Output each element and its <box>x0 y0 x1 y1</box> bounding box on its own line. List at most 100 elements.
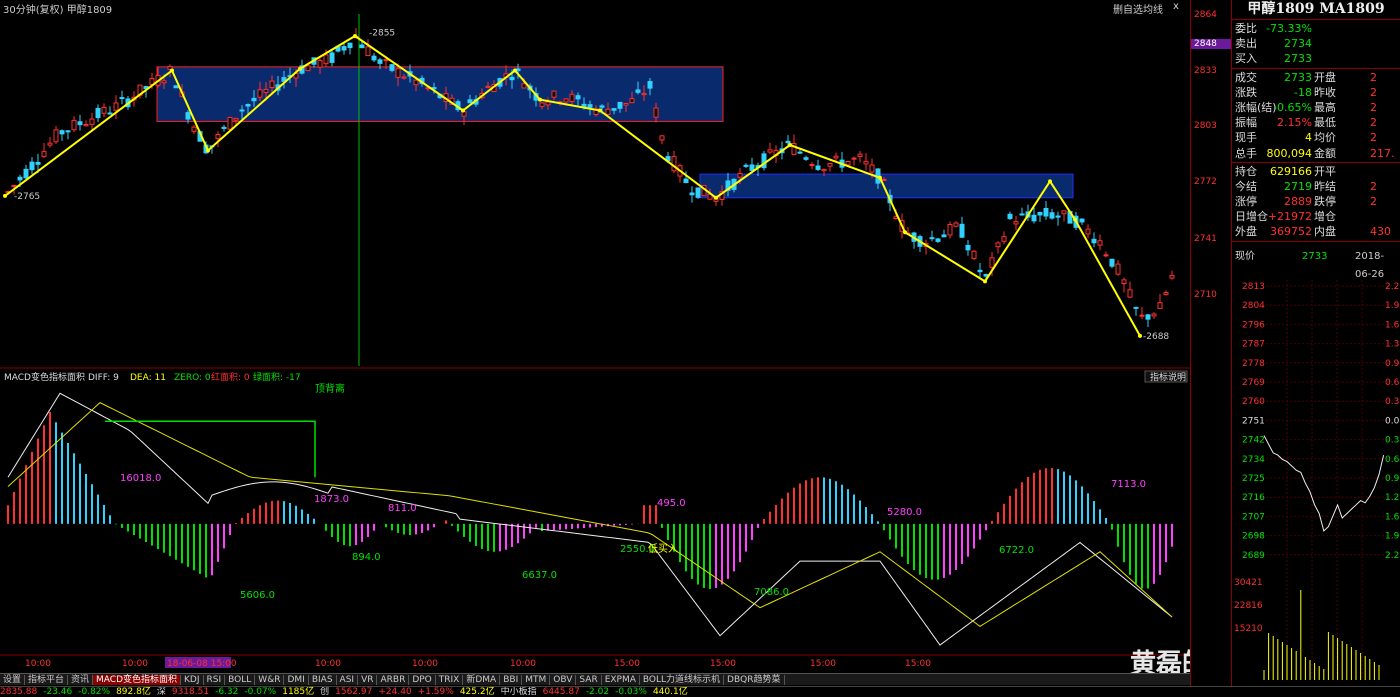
mini-price-label: 2787 <box>1242 340 1265 350</box>
time-tick-label: 15:00 <box>614 659 640 669</box>
quote-value: -73.33% <box>1266 22 1312 35</box>
macd-area-label: 5280.0 <box>887 507 922 518</box>
mini-price-label: 2778 <box>1242 359 1265 369</box>
candle-body <box>365 46 371 57</box>
tab-5[interactable]: RSI <box>204 675 226 685</box>
close-icon[interactable]: x <box>1173 1 1179 12</box>
low-annotation: -2688 <box>1143 332 1169 342</box>
candle-body <box>635 89 641 93</box>
quote-value: 629166 <box>1270 164 1312 178</box>
zigzag-pivot <box>298 66 302 71</box>
candle-body <box>17 176 23 181</box>
candle-body <box>821 168 827 172</box>
candle-body <box>845 160 851 166</box>
quote-rows: 委比 -73.33% 卖出 2734 买入 2733 成交 2733 开盘 2 涨跌 -18 昨收 2 涨幅… <box>1232 21 1400 240</box>
tab-1[interactable]: 指标平台 <box>25 675 69 685</box>
status-value: -23.46 <box>43 687 73 697</box>
candle-body <box>1103 254 1109 257</box>
price-tick-label: 2772 <box>1194 177 1217 188</box>
tab-8[interactable]: DMI <box>284 675 309 685</box>
candle-body <box>233 117 239 121</box>
quote-row: 振幅 2.15% 最低 2 <box>1232 115 1400 130</box>
candle-body <box>653 107 659 118</box>
macd-red-area: 红面积: 0 <box>211 371 250 383</box>
tab-6[interactable]: BOLL <box>225 675 256 685</box>
candle-body <box>119 97 125 100</box>
tab-7[interactable]: W&R <box>255 675 285 685</box>
tab-22[interactable]: DBQR趋势菜 <box>724 675 785 685</box>
candle-body <box>797 151 803 154</box>
mini-price-label: 2751 <box>1242 416 1265 426</box>
tab-21[interactable]: BOLL力道线标示机 <box>640 675 725 685</box>
candle-body <box>359 44 365 49</box>
tab-13[interactable]: DPO <box>409 675 436 685</box>
mini-volume-label: 30421 <box>1234 578 1263 588</box>
mini-price-label: 2698 <box>1242 532 1265 542</box>
tab-15[interactable]: 新DMA <box>463 675 501 685</box>
zigzag-pivot <box>170 68 174 73</box>
tab-0[interactable]: 设置 <box>0 675 26 685</box>
quote-row: 涨停 2889 跌停 2 <box>1232 194 1400 209</box>
quote-row: 委比 -73.33% <box>1232 21 1400 36</box>
candle-body <box>971 250 977 259</box>
status-value: 创 <box>320 687 330 697</box>
time-tick-label: 15:00 <box>810 659 836 669</box>
quote-label: 委比 <box>1235 22 1257 35</box>
candle-body <box>629 98 635 104</box>
price-scale: 2864 2833 2803 2772 2741 2710 2848 <box>1190 0 1231 686</box>
candle-body <box>1001 236 1007 242</box>
current-date: 2018-06-26 <box>1355 250 1385 280</box>
quote-label-2: 开平 <box>1314 164 1336 178</box>
candle-body <box>1043 207 1049 217</box>
quote-label: 今结 <box>1235 179 1257 193</box>
candle-body <box>29 161 35 171</box>
macd-area-label: 1873.0 <box>314 494 349 505</box>
candle-body <box>647 81 653 89</box>
tab-17[interactable]: MTM <box>522 675 551 685</box>
tab-10[interactable]: ASI <box>337 675 359 685</box>
candle-body <box>689 192 695 196</box>
candle-body <box>23 168 29 179</box>
candle-body <box>401 76 407 79</box>
tab-11[interactable]: VR <box>358 675 378 685</box>
macd-area-label: 7113.0 <box>1111 479 1146 490</box>
macd-name: MACD变色指标面积 <box>4 371 85 383</box>
tab-2[interactable]: 资讯 <box>68 675 94 685</box>
candle-body <box>413 79 419 86</box>
mini-price-label: 2742 <box>1242 436 1265 446</box>
tab-12[interactable]: ARBR <box>377 675 410 685</box>
candle-body <box>305 65 311 72</box>
quote-row: 涨幅(结) -0.65% 最高 2 <box>1232 100 1400 115</box>
candle-body <box>53 129 59 143</box>
tab-19[interactable]: SAR <box>576 675 602 685</box>
quote-row: 今结 2719 昨结 2 <box>1232 179 1400 194</box>
tab-9[interactable]: BIAS <box>309 675 337 685</box>
candle-body <box>617 101 623 109</box>
macd-area-label: 低买入 <box>648 542 678 555</box>
tab-16[interactable]: BBI <box>500 675 523 685</box>
tab-18[interactable]: OBV <box>550 675 577 685</box>
status-value: +24.40 <box>378 687 412 697</box>
quote-row: 卖出 2734 <box>1232 36 1400 51</box>
candle-body <box>257 89 263 98</box>
candle-body <box>1079 218 1085 223</box>
tab-20[interactable]: EXPMA <box>602 675 640 685</box>
delete-watchlist-button[interactable]: 删自选 <box>1113 1 1143 16</box>
quote-label-2: 最低 <box>1314 116 1336 130</box>
candle-body <box>1085 228 1091 235</box>
candle-body <box>227 116 233 130</box>
main-chart: -2855-2688-2765MACD变色指标面积 DIFF: 9 DEA: 11 Z… <box>0 0 1190 686</box>
tab-3[interactable]: MACD变色指标面积 <box>93 675 182 685</box>
quote-label: 现手 <box>1235 131 1257 145</box>
time-tick-label: 10:00 <box>412 659 438 669</box>
quote-value: 2733 <box>1284 52 1312 66</box>
tab-4[interactable]: KDJ <box>181 675 204 685</box>
macd-area-label: 顶背离 <box>315 382 345 395</box>
tab-14[interactable]: TRIX <box>436 675 464 685</box>
ma-button[interactable]: 均线 <box>1143 1 1163 16</box>
candle-body <box>953 222 959 227</box>
mini-pct-label: 2.2 <box>1385 551 1399 561</box>
candle-body <box>41 151 47 157</box>
status-value: 425.2亿 <box>459 687 495 697</box>
quote-value: -0.65% <box>1273 100 1312 114</box>
